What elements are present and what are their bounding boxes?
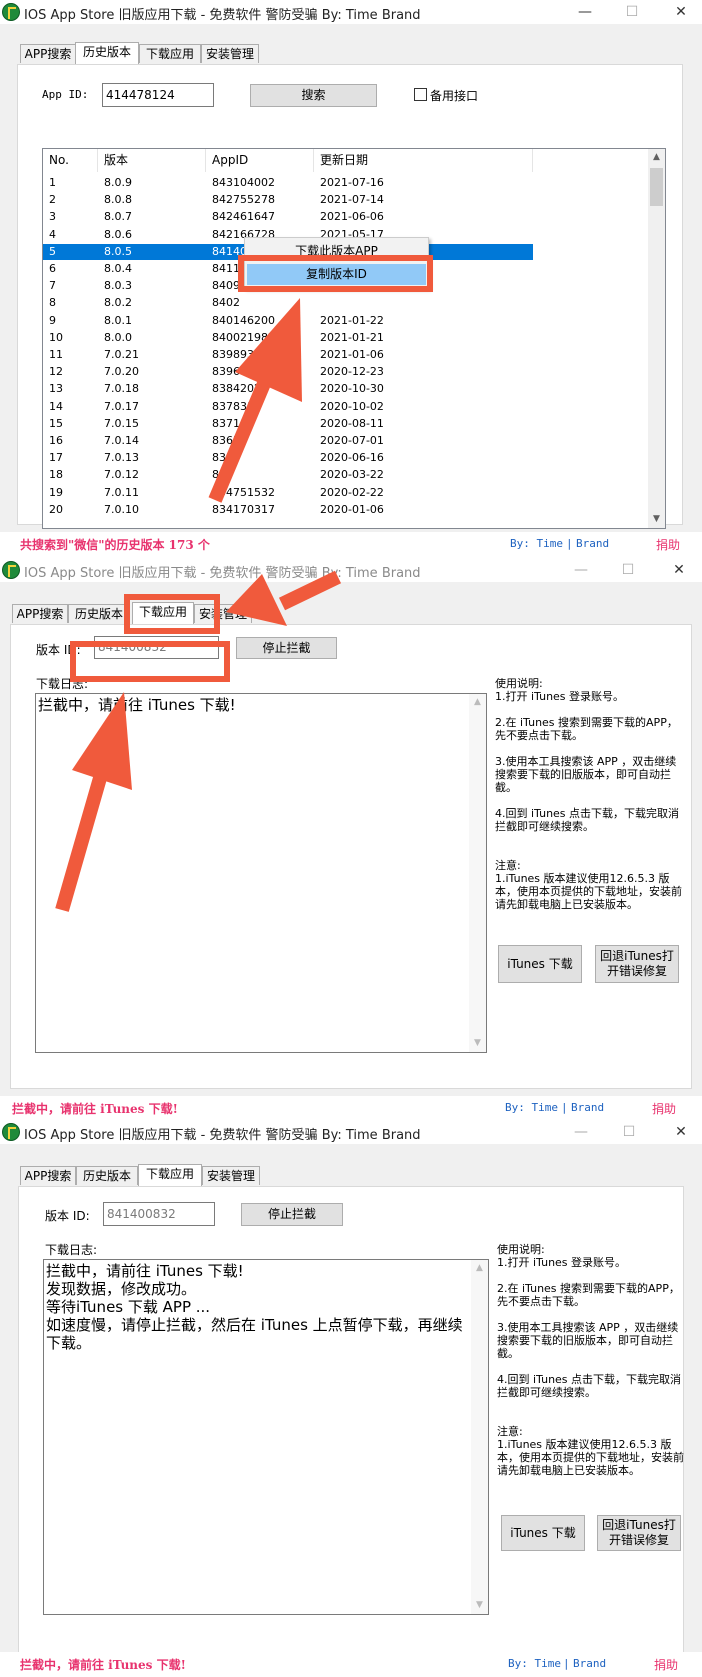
arrow-to-version-id: [55, 692, 132, 912]
arrow-to-copy-id: [208, 298, 302, 503]
arrow-to-download-tab: [226, 570, 342, 626]
annotation-arrows: [55, 298, 342, 912]
